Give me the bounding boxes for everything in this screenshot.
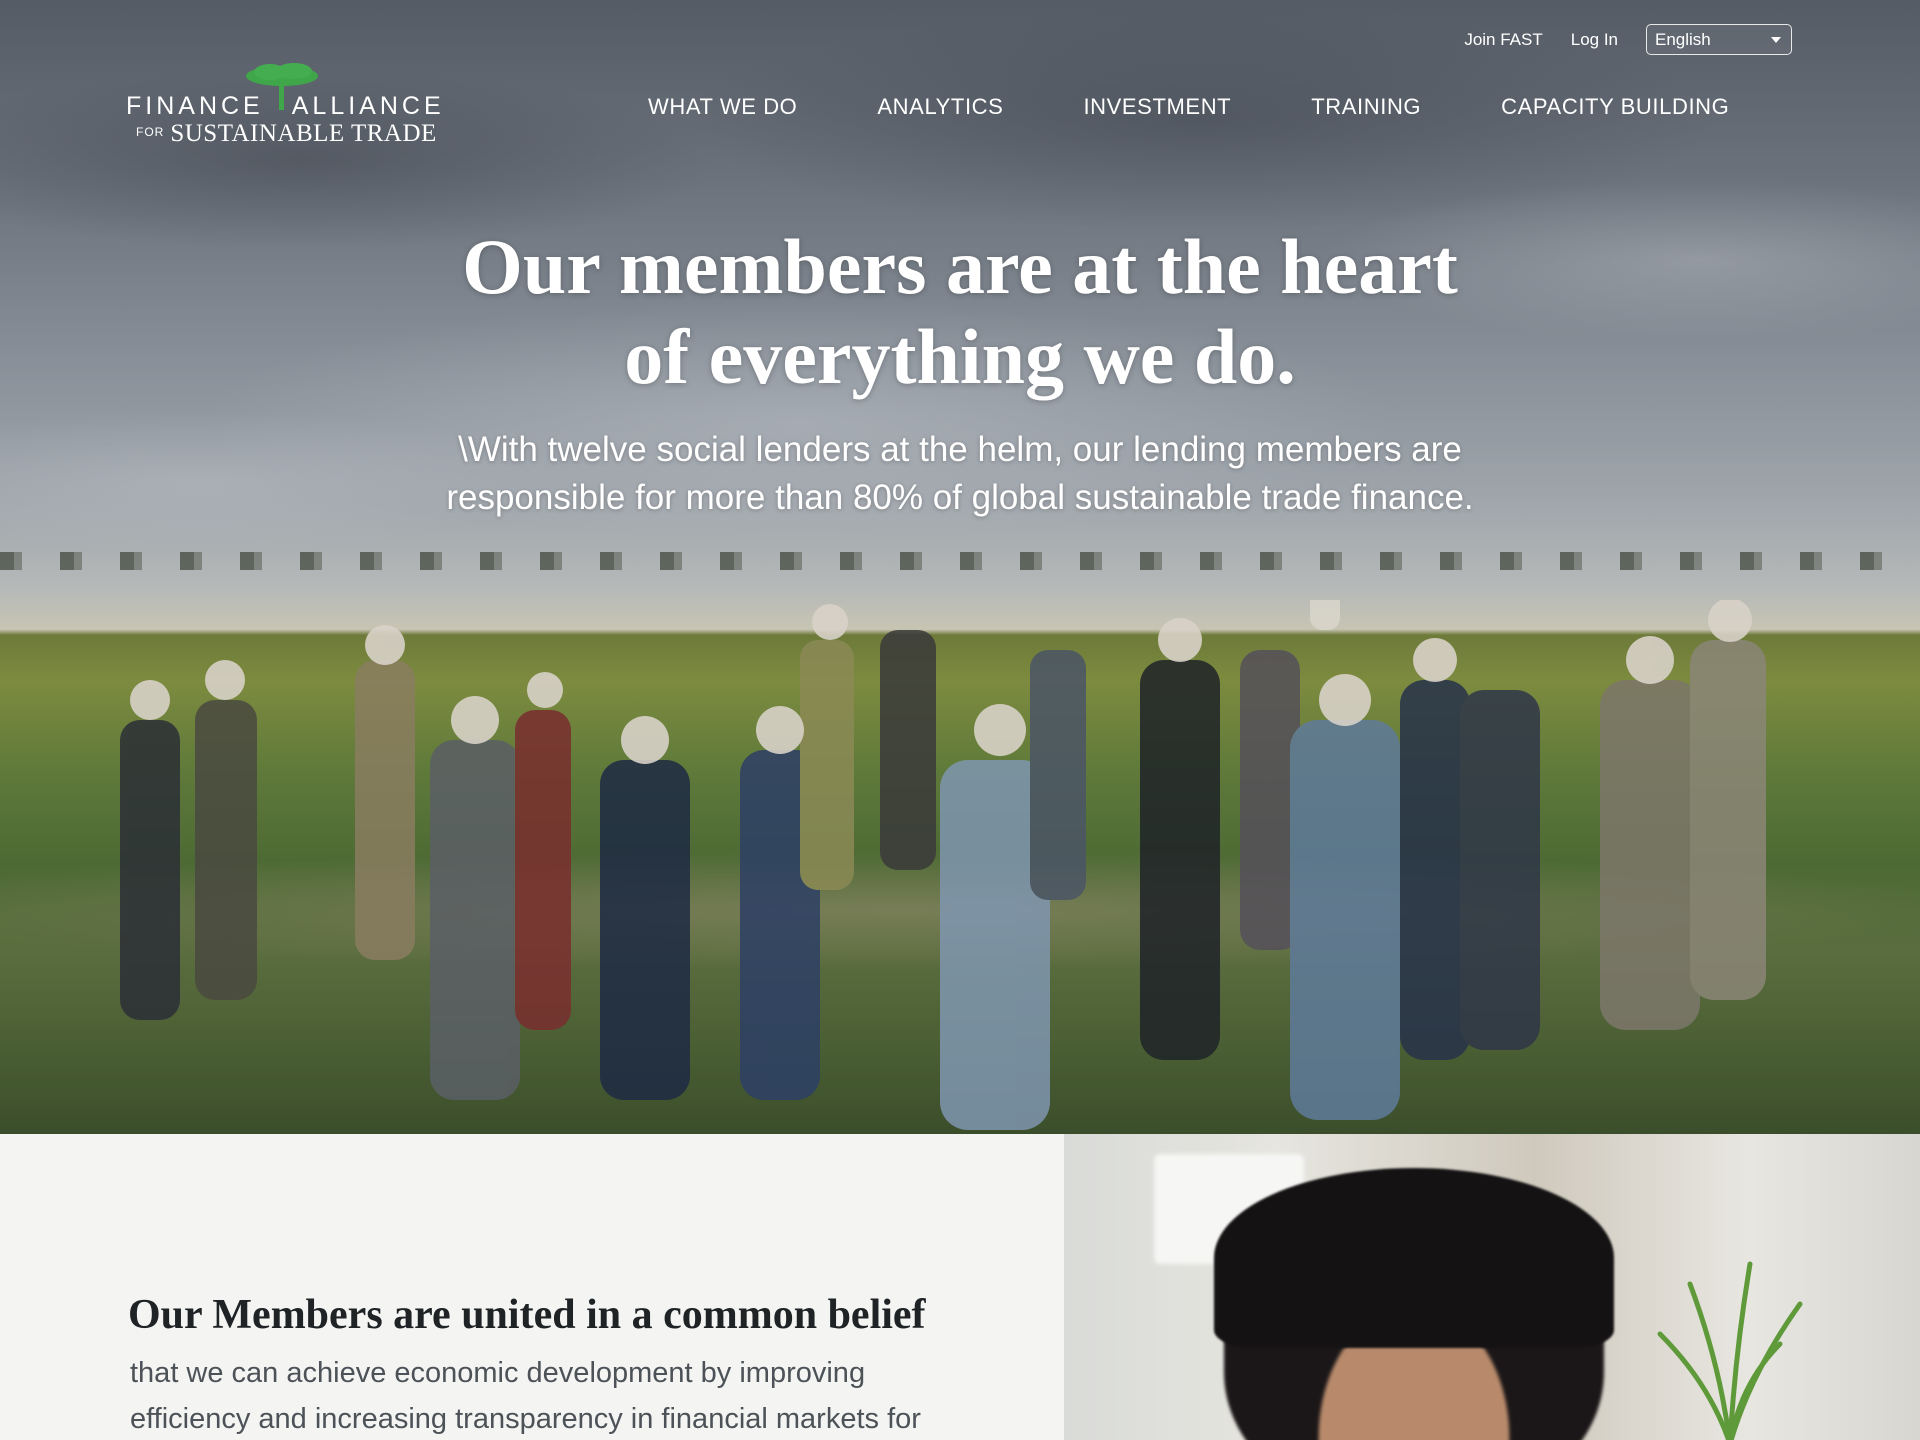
utility-bar: Join FAST Log In English — [1464, 24, 1792, 55]
hero-treeline — [0, 552, 1920, 570]
log-in-link[interactable]: Log In — [1571, 30, 1618, 50]
nav-capacity-building[interactable]: CAPACITY BUILDING — [1501, 94, 1729, 120]
logo-line-2: FOR SUSTAINABLE TRADE — [136, 120, 437, 148]
logo-sustainable-trade: SUSTAINABLE TRADE — [170, 120, 437, 147]
section-title: Our Members are united in a common belie… — [128, 1292, 926, 1338]
language-selected-value: English — [1655, 29, 1711, 49]
logo-line-1: FINANCE ALLIANCE — [126, 92, 445, 121]
main-nav: WHAT WE DO ANALYTICS INVESTMENT TRAINING… — [648, 94, 1729, 120]
join-fast-link[interactable]: Join FAST — [1464, 30, 1542, 50]
hero-subtitle-line-2: responsible for more than 80% of global … — [446, 478, 1474, 517]
hero-subtitle-line-1: \With twelve social lenders at the helm,… — [458, 430, 1462, 469]
hero-subtitle: \With twelve social lenders at the helm,… — [360, 426, 1560, 522]
hero-title: Our members are at the heart of everythi… — [360, 222, 1560, 402]
hero-title-line-2: of everything we do. — [624, 313, 1296, 400]
logo-word-for: FOR — [136, 125, 165, 139]
portrait-hair — [1214, 1168, 1614, 1348]
hero-crowd-image — [120, 600, 1766, 1130]
nav-training[interactable]: TRAINING — [1311, 94, 1421, 120]
logo-word-alliance: ALLIANCE — [291, 92, 445, 120]
section-body-line-2: efficiency and increasing transparency i… — [130, 1403, 921, 1435]
member-portrait-image — [1064, 1134, 1920, 1440]
hero-banner — [0, 0, 1920, 1134]
section-body-line-1: that we can achieve economic development… — [130, 1357, 866, 1389]
section-body: that we can achieve economic development… — [130, 1350, 1010, 1440]
language-select[interactable]: English — [1646, 24, 1792, 55]
site-logo[interactable]: FINANCE ALLIANCE FOR SUSTAINABLE TRADE — [126, 62, 456, 152]
nav-analytics[interactable]: ANALYTICS — [877, 94, 1003, 120]
plant-icon — [1657, 1261, 1803, 1440]
hero-title-line-1: Our members are at the heart — [462, 223, 1458, 310]
caret-down-icon — [1771, 36, 1781, 43]
logo-word-finance: FINANCE — [126, 92, 264, 120]
nav-what-we-do[interactable]: WHAT WE DO — [648, 94, 797, 120]
nav-investment[interactable]: INVESTMENT — [1083, 94, 1231, 120]
